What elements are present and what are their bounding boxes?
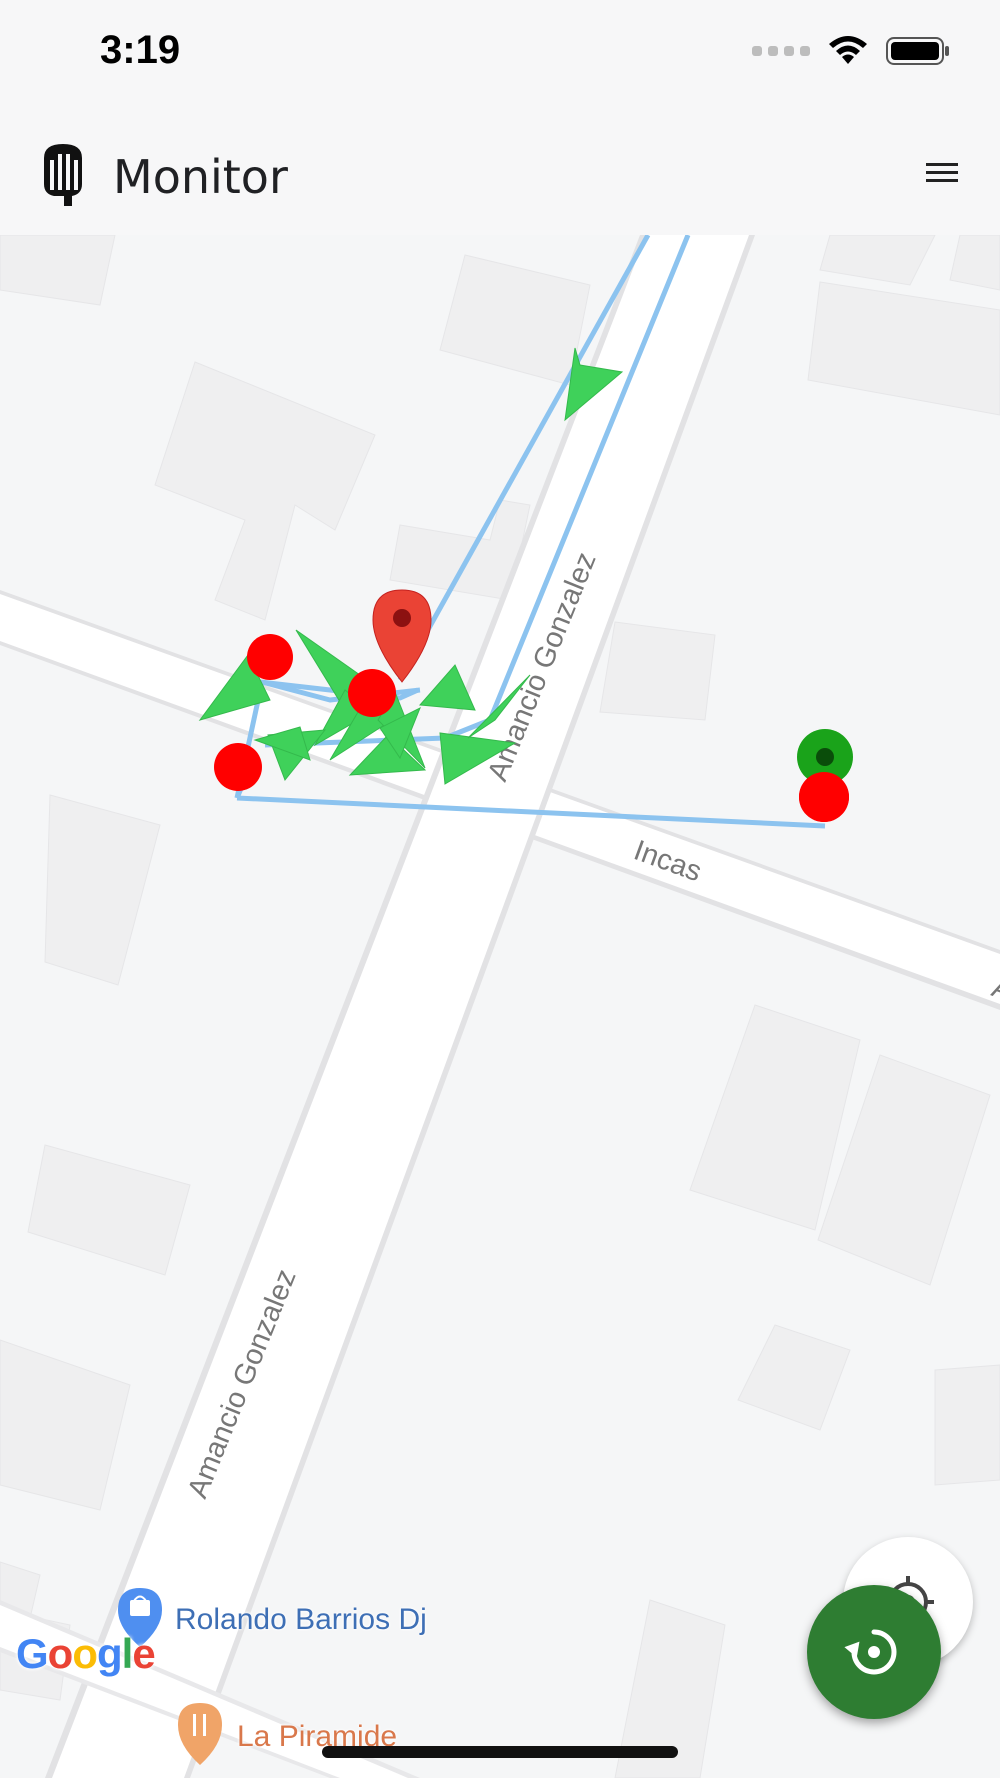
map-view[interactable]: Amancio Gonzalez Amancio Gonzalez Incas … [0, 235, 1000, 1778]
stop-marker [348, 669, 396, 717]
hand-logo-icon [44, 144, 82, 206]
hamburger-menu-icon[interactable] [924, 158, 960, 188]
replay-history-button[interactable] [807, 1585, 941, 1719]
google-logo: Google [16, 1630, 156, 1677]
app-title: Monitor [113, 150, 288, 204]
start-marker [797, 729, 853, 822]
poi-label-rolando[interactable]: Rolando Barrios Dj [175, 1603, 427, 1637]
home-indicator [322, 1746, 678, 1758]
status-icons [752, 36, 950, 66]
wifi-icon [829, 36, 867, 64]
map-canvas: Amancio Gonzalez Amancio Gonzalez Incas … [0, 235, 1000, 1778]
history-replay-icon [844, 1629, 897, 1675]
app-bar: Monitor [0, 110, 1000, 235]
status-bar: 3:19 [0, 0, 1000, 110]
battery-icon [886, 37, 949, 65]
stop-marker [214, 743, 262, 791]
roads [0, 235, 1000, 1778]
status-time: 3:19 [100, 28, 181, 72]
location-pin-icon [372, 589, 432, 683]
cellular-signal-icon [752, 46, 810, 56]
stop-marker [247, 634, 293, 680]
